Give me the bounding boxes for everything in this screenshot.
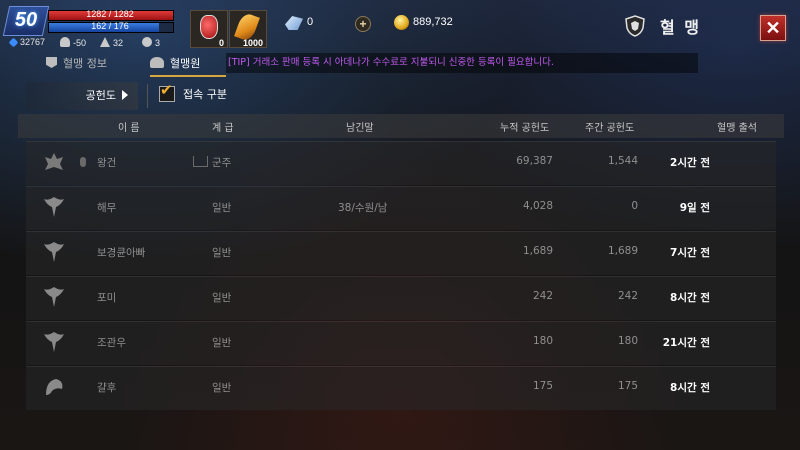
member-name: 보경큔아빠 xyxy=(97,247,146,259)
tip-banner: [TIP] 거래소 판매 등록 시 아데나가 수수료로 지불되니 신중한 등록이… xyxy=(226,53,698,73)
tab-clan-info[interactable]: 혈맹 정보 xyxy=(46,53,146,75)
column-header-rank[interactable]: 계 급 xyxy=(212,119,234,134)
page-title: 혈 맹 xyxy=(660,18,702,37)
member-total-contribution: 69,387 xyxy=(516,155,553,167)
member-total-contribution: 1,689 xyxy=(522,245,553,257)
member-name: 조관우 xyxy=(97,337,126,349)
class-emblem-icon xyxy=(44,242,64,262)
member-weekly-contribution: 175 xyxy=(617,380,638,392)
member-total-contribution: 4,028 xyxy=(522,200,553,212)
checkmark-icon: ✔ xyxy=(160,81,173,99)
potion-icon xyxy=(200,15,218,39)
weight-icon xyxy=(100,37,110,47)
stat-weight: 32 xyxy=(100,37,123,48)
play-arrow-icon xyxy=(122,90,128,100)
column-header-name[interactable]: 이 름 xyxy=(118,119,140,134)
member-attendance: 2시간 전 xyxy=(670,157,710,169)
member-name: 왕건 xyxy=(97,157,117,169)
member-rank: 일반 xyxy=(212,337,232,349)
class-emblem-icon xyxy=(44,332,64,352)
member-total-contribution: 242 xyxy=(532,290,553,302)
microphone-icon xyxy=(80,157,86,167)
member-weekly-contribution: 180 xyxy=(617,335,638,347)
member-weekly-contribution: 1,689 xyxy=(607,245,638,257)
class-emblem-icon xyxy=(44,287,64,307)
member-rank: 일반 xyxy=(212,382,232,394)
member-attendance: 8시간 전 xyxy=(670,292,710,304)
helmet-icon xyxy=(60,37,70,47)
class-emblem-icon xyxy=(44,197,64,217)
member-name: 걀후 xyxy=(97,382,117,394)
online-filter-label: 접속 구분 xyxy=(183,88,227,101)
member-total-contribution: 175 xyxy=(532,380,553,392)
column-header-message[interactable]: 남긴말 xyxy=(346,119,374,134)
member-rank: 일반 xyxy=(212,202,232,214)
member-total-contribution: 180 xyxy=(532,335,553,347)
member-name: 해무 xyxy=(97,202,117,214)
member-name: 포미 xyxy=(97,292,117,304)
gold-count: 889,732 xyxy=(413,16,453,28)
gem-icon xyxy=(285,16,303,30)
member-rank: 일반 xyxy=(212,247,232,259)
column-header-total-contribution[interactable]: 누적 공헌도 xyxy=(500,119,549,134)
people-icon xyxy=(150,57,164,68)
feather-count: 1000 xyxy=(242,38,263,48)
player-level: 50 xyxy=(14,9,38,31)
crown-emblem-icon xyxy=(45,153,63,170)
column-header-weekly-contribution[interactable]: 주간 공헌도 xyxy=(585,119,634,134)
shield-icon xyxy=(46,57,57,68)
member-attendance: 21시간 전 xyxy=(662,337,710,349)
gem-count: 0 xyxy=(307,16,314,28)
close-button[interactable]: ✕ xyxy=(760,15,786,41)
member-message: 38/수원/남 xyxy=(338,202,388,214)
gold-coin-icon xyxy=(394,15,409,30)
stat-lawful: 3 xyxy=(142,37,160,48)
emblem-icon xyxy=(142,37,152,47)
member-weekly-contribution: 1,544 xyxy=(607,155,638,167)
lightning-icon xyxy=(8,37,19,48)
member-attendance: 8시간 전 xyxy=(670,382,710,394)
lord-crown-icon xyxy=(193,156,208,167)
member-weekly-contribution: 0 xyxy=(631,200,638,212)
class-emblem-icon xyxy=(46,379,63,395)
hp-text: 1282 / 1282 xyxy=(86,9,134,19)
divider xyxy=(147,84,148,108)
tab-clan-members[interactable]: 혈맹원 xyxy=(150,53,226,77)
add-currency-button[interactable]: + xyxy=(355,16,371,32)
potion-count: 0 xyxy=(218,38,224,48)
clan-shield-icon xyxy=(625,15,645,37)
stat-power: 32767 xyxy=(8,37,45,48)
member-attendance: 9일 전 xyxy=(679,202,710,214)
member-weekly-contribution: 242 xyxy=(617,290,638,302)
member-rank: 군주 xyxy=(212,157,232,169)
sort-contribution-button[interactable]: 공헌도 xyxy=(26,82,138,110)
member-attendance: 7시간 전 xyxy=(670,247,710,259)
mp-text: 162 / 176 xyxy=(91,21,129,31)
column-header-attendance[interactable]: 혈맹 출석 xyxy=(717,119,757,134)
stat-defense: -50 xyxy=(60,37,86,48)
member-rank: 일반 xyxy=(212,292,232,304)
